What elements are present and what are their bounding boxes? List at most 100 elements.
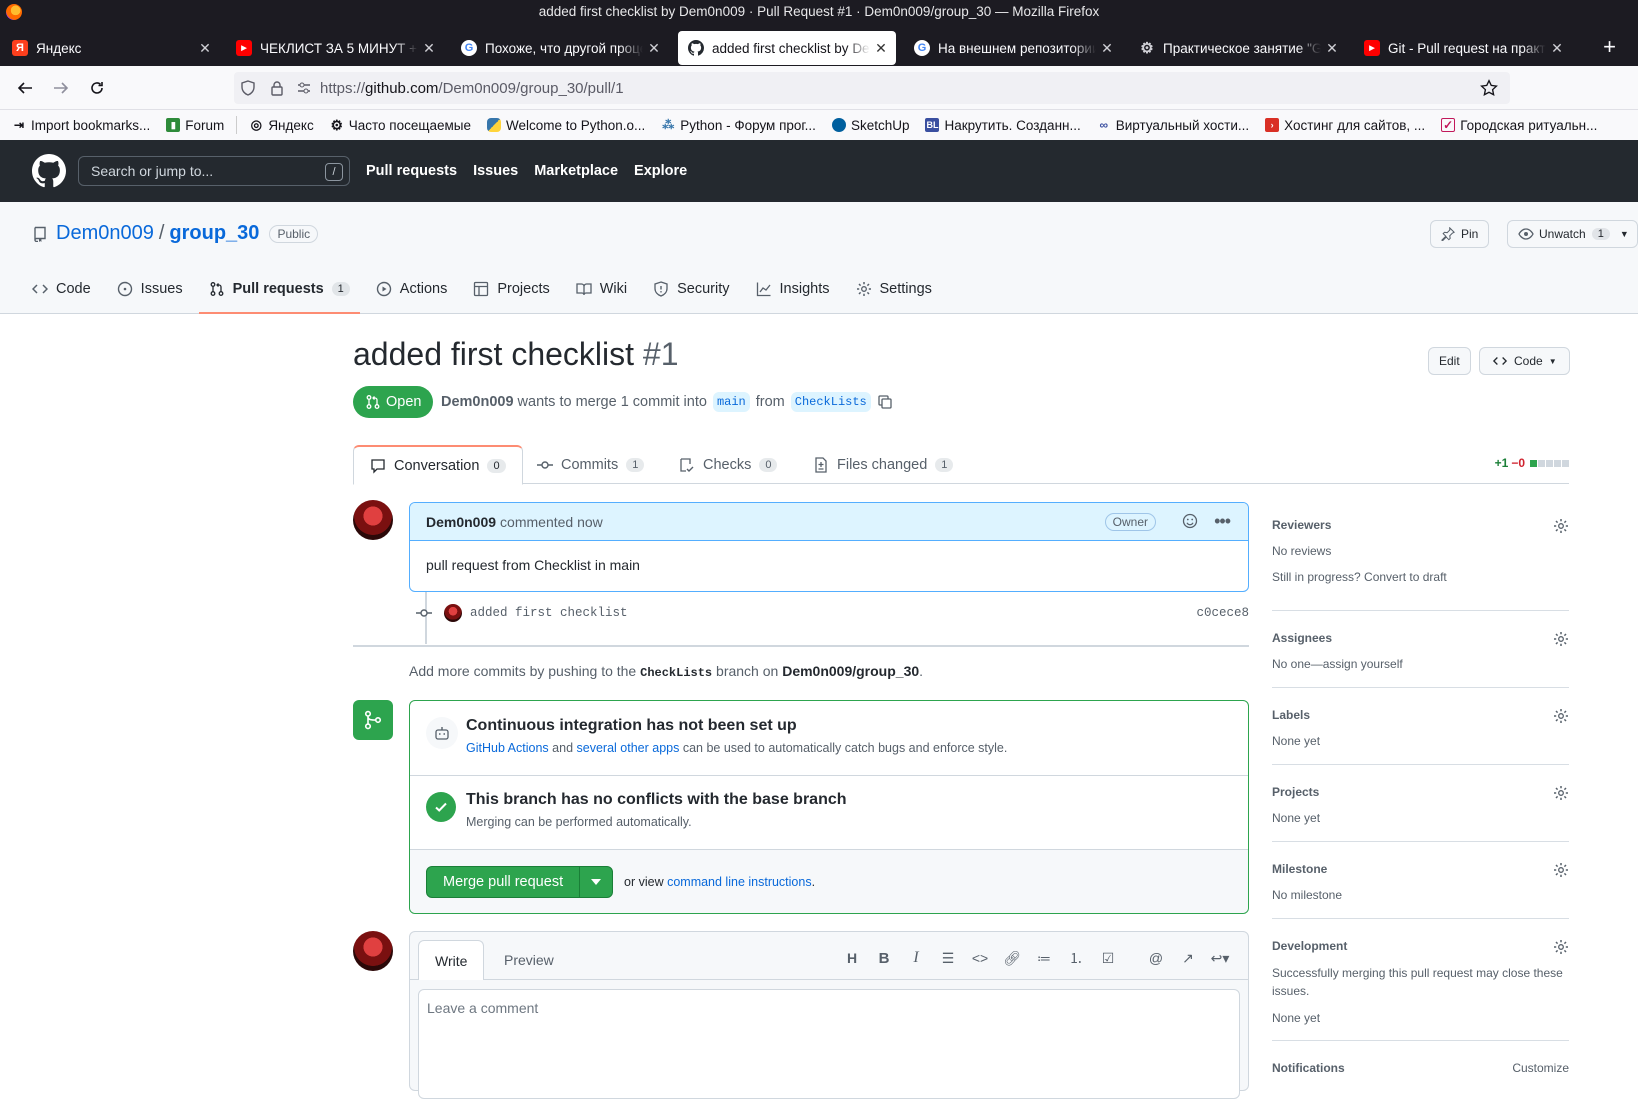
gear-icon[interactable]	[1553, 862, 1569, 878]
other-apps-link[interactable]: several other apps	[577, 741, 680, 755]
task-list-icon[interactable]: ☑	[1092, 946, 1124, 970]
close-icon[interactable]: ✕	[418, 40, 440, 57]
browser-tab[interactable]: Я Яндекс ✕	[2, 32, 220, 64]
repo-tab-settings[interactable]: Settings	[856, 265, 932, 313]
repo-link[interactable]: Dem0n009/group_30	[782, 663, 919, 679]
repo-owner-link[interactable]: Dem0n009	[56, 222, 154, 245]
edit-button[interactable]: Edit	[1428, 347, 1471, 375]
gear-icon[interactable]	[1553, 631, 1569, 647]
italic-icon[interactable]: I	[900, 946, 932, 970]
browser-tab[interactable]: ▶ Git - Pull request на практике ✕	[1354, 32, 1572, 64]
pin-button[interactable]: Pin	[1430, 220, 1490, 248]
back-button[interactable]	[12, 76, 38, 100]
repo-tab-issues[interactable]: Issues	[117, 265, 183, 313]
bookmark-item[interactable]: ⚙ Часто посещаемые	[330, 117, 471, 133]
repo-tab-pull-requests[interactable]: Pull requests 1	[198, 265, 360, 314]
numbered-list-icon[interactable]: ⒈	[1060, 946, 1092, 970]
github-actions-link[interactable]: GitHub Actions	[466, 741, 549, 755]
saved-replies-icon[interactable]: ↩▾	[1204, 946, 1236, 970]
sidebar-heading[interactable]: Development	[1272, 939, 1347, 953]
code-dropdown-button[interactable]: Code ▼	[1479, 347, 1570, 375]
head-branch-label[interactable]: CheckLists	[790, 392, 871, 412]
close-icon[interactable]: ✕	[643, 40, 665, 57]
reload-button[interactable]	[84, 76, 110, 100]
sidebar-heading[interactable]: Labels	[1272, 708, 1310, 722]
nav-issues[interactable]: Issues	[473, 163, 518, 179]
repo-tab-security[interactable]: Security	[653, 265, 730, 313]
commit-sha-link[interactable]: c0cece8	[1196, 606, 1249, 620]
forward-button[interactable]	[48, 76, 74, 100]
repo-tab-actions[interactable]: Actions	[376, 265, 447, 313]
base-branch-label[interactable]: main	[712, 392, 750, 412]
bookmark-star-icon[interactable]	[1480, 79, 1498, 97]
comment-textarea[interactable]: Leave a comment	[418, 989, 1240, 1099]
close-icon[interactable]: ✕	[1096, 40, 1118, 57]
write-tab[interactable]: Write	[418, 940, 485, 980]
tab-files-changed[interactable]: Files changed 1	[813, 445, 954, 484]
gear-icon[interactable]	[1553, 939, 1569, 955]
link-icon[interactable]: 🔗︎	[996, 946, 1028, 970]
tab-conversation[interactable]: Conversation 0	[353, 445, 523, 485]
github-logo-icon[interactable]	[32, 154, 66, 188]
browser-tab-active[interactable]: added first checklist by Dem0n009 ✕	[678, 31, 896, 65]
browser-tab[interactable]: ▶ ЧЕКЛИСТ ЗА 5 МИНУТ + ПРИМЕР ✕	[226, 32, 444, 64]
repo-tab-insights[interactable]: Insights	[756, 265, 830, 313]
bookmark-item[interactable]: ▮ Forum	[166, 118, 224, 133]
repo-tab-code[interactable]: Code	[32, 265, 91, 313]
avatar[interactable]	[353, 931, 393, 971]
browser-tab[interactable]: ⚙ Практическое занятие "Git" ✕	[1129, 32, 1347, 64]
mention-icon[interactable]: @	[1140, 946, 1172, 970]
kebab-menu-icon[interactable]: •••	[1214, 511, 1231, 532]
comment-author[interactable]: Dem0n009	[426, 514, 496, 530]
customize-link[interactable]: Customize	[1512, 1061, 1569, 1075]
sidebar-heading[interactable]: Milestone	[1272, 862, 1327, 876]
nav-explore[interactable]: Explore	[634, 163, 687, 179]
nav-pull-requests[interactable]: Pull requests	[366, 163, 457, 179]
code-icon[interactable]: <>	[964, 946, 996, 970]
avatar[interactable]	[444, 604, 462, 622]
smiley-icon[interactable]	[1182, 513, 1198, 529]
tab-commits[interactable]: Commits 1	[537, 445, 645, 484]
nav-marketplace[interactable]: Marketplace	[534, 163, 618, 179]
bookmark-item[interactable]: ⇥ Import bookmarks...	[12, 118, 150, 133]
browser-tab[interactable]: G На внешнем репозитории ✕	[904, 32, 1122, 64]
commit-message-link[interactable]: added first checklist	[470, 606, 628, 620]
permissions-icon[interactable]	[296, 80, 314, 96]
gear-icon[interactable]	[1553, 708, 1569, 724]
close-icon[interactable]: ✕	[870, 40, 892, 57]
preview-tab[interactable]: Preview	[488, 940, 570, 980]
merge-pull-request-button[interactable]: Merge pull request	[426, 866, 614, 898]
lock-icon[interactable]	[270, 80, 288, 96]
search-input[interactable]: Search or jump to... /	[78, 156, 350, 186]
bookmark-item[interactable]: ◎ Яндекс	[249, 117, 314, 133]
merge-options-caret-icon[interactable]	[580, 879, 612, 885]
repo-tab-projects[interactable]: Projects	[473, 265, 550, 313]
gear-icon[interactable]	[1553, 785, 1569, 801]
bookmark-item[interactable]: › Хостинг для сайтов, ...	[1265, 118, 1425, 133]
gear-icon[interactable]	[1553, 518, 1569, 534]
browser-tab[interactable]: G Похоже, что другой процесс git запущен…	[451, 32, 669, 64]
repo-name-link[interactable]: group_30	[169, 222, 259, 245]
repo-tab-wiki[interactable]: Wiki	[576, 265, 627, 313]
merge-button-label[interactable]: Merge pull request	[427, 867, 581, 897]
bold-icon[interactable]: B	[868, 946, 900, 970]
author-link[interactable]: Dem0n009	[441, 394, 514, 410]
close-icon[interactable]: ✕	[1546, 40, 1568, 57]
convert-to-draft-link[interactable]: Still in progress? Convert to draft	[1272, 570, 1447, 584]
cross-reference-icon[interactable]: ↗	[1172, 946, 1204, 970]
comment-timestamp[interactable]: commented now	[500, 514, 603, 530]
tab-checks[interactable]: Checks 0	[679, 445, 778, 484]
url-bar[interactable]: https://github.com/Dem0n009/group_30/pul…	[234, 72, 1510, 104]
unwatch-button[interactable]: Unwatch 1 ▼	[1507, 220, 1638, 248]
bookmark-item[interactable]: BL Накрутить. Созданн...	[925, 118, 1081, 133]
bookmark-item[interactable]: ∞ Виртуальный хости...	[1097, 118, 1249, 133]
assign-yourself-link[interactable]: No one—assign yourself	[1272, 657, 1403, 671]
bookmark-item[interactable]: ⁂ Python - Форум прог...	[661, 118, 816, 133]
close-icon[interactable]: ✕	[194, 40, 216, 57]
command-line-instructions-link[interactable]: command line instructions	[667, 875, 812, 889]
bookmark-item[interactable]: Welcome to Python.o...	[486, 118, 645, 133]
new-tab-button[interactable]: +	[1603, 36, 1616, 58]
heading-icon[interactable]: H	[836, 946, 868, 970]
bookmark-item[interactable]: SketchUp	[831, 118, 909, 133]
sidebar-heading[interactable]: Assignees	[1272, 631, 1332, 645]
